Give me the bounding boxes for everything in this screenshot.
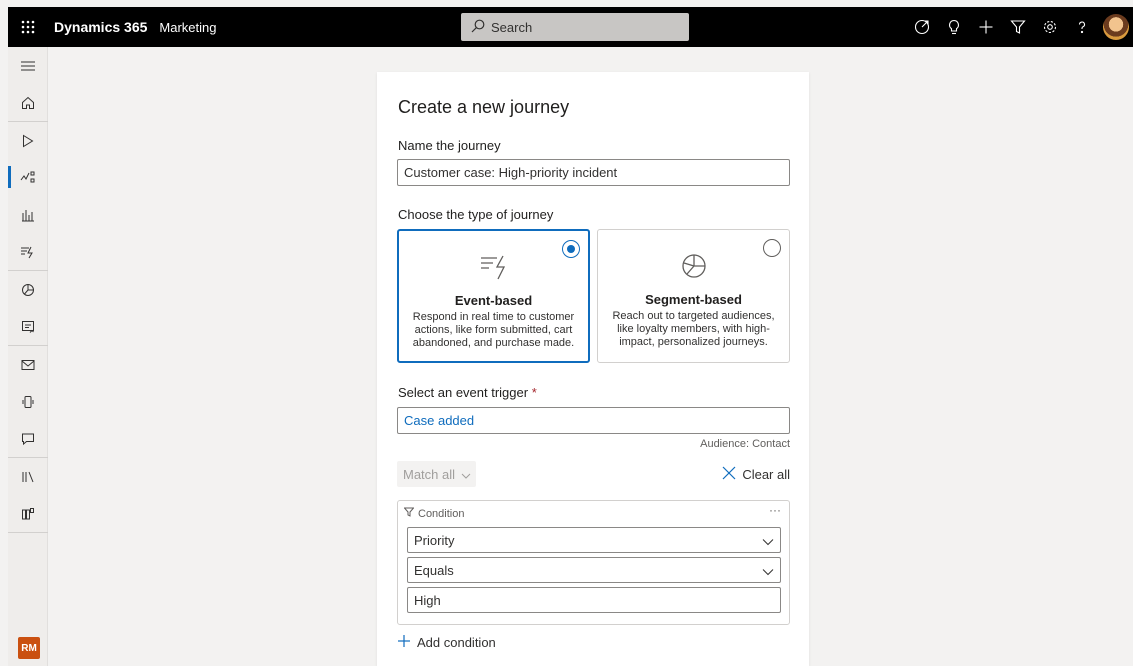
event-trigger-input[interactable]: Case added [397, 407, 790, 434]
condition-value: High [414, 593, 441, 608]
trigger-label-text: Select an event trigger [398, 385, 529, 400]
close-icon [722, 466, 742, 483]
triggers-icon[interactable] [8, 233, 48, 270]
journeys-icon[interactable] [8, 159, 48, 196]
assets-icon[interactable] [8, 495, 48, 532]
home-icon[interactable] [8, 84, 48, 121]
attribute-dropdown[interactable]: Priority [407, 527, 781, 553]
push-icon[interactable] [8, 383, 48, 420]
more-options-button[interactable]: ··· [769, 503, 781, 517]
plus-icon[interactable] [971, 7, 1001, 47]
lightbulb-icon[interactable] [939, 7, 969, 47]
nav-divider [8, 532, 48, 533]
user-initials-badge[interactable]: RM [18, 637, 40, 659]
event-based-tile[interactable]: Event-based Respond in real time to cust… [397, 229, 590, 363]
segment-based-radio[interactable] [763, 239, 781, 257]
clear-all-label: Clear all [742, 467, 790, 482]
filter-icon [403, 507, 418, 520]
condition-header-label: Condition [418, 507, 465, 520]
hamburger-icon[interactable] [8, 47, 48, 84]
gear-icon[interactable] [1035, 7, 1065, 47]
play-icon[interactable] [8, 122, 48, 159]
audience-label: Audience: Contact [700, 438, 790, 450]
journey-name-input[interactable]: Customer case: High-priority incident [397, 159, 790, 186]
page-title: Create a new journey [398, 97, 570, 117]
segment-based-title: Segment-based [645, 292, 742, 307]
plus-icon [397, 634, 417, 651]
operator-dropdown[interactable]: Equals [407, 557, 781, 583]
create-journey-card: Create a new journey Name the journey Cu… [377, 72, 809, 666]
search-box[interactable]: Search [461, 13, 689, 41]
required-mark: * [531, 385, 537, 400]
segments-icon[interactable] [8, 271, 48, 308]
search-label: Search [491, 19, 533, 35]
segment-pie-icon [679, 252, 709, 283]
forms-icon[interactable] [8, 308, 48, 345]
chevron-down-icon [762, 534, 774, 549]
search-icon [471, 19, 491, 36]
top-icons [905, 7, 1133, 47]
app-name[interactable]: Dynamics 365 [54, 19, 147, 35]
attribute-value: Priority [414, 533, 455, 548]
operator-value: Equals [414, 563, 454, 578]
app-launcher-icon[interactable] [8, 7, 48, 47]
add-condition-label: Add condition [417, 635, 496, 650]
event-based-description: Respond in real time to customer actions… [412, 311, 575, 349]
match-all-dropdown[interactable]: Match all [397, 461, 476, 487]
sms-icon[interactable] [8, 420, 48, 457]
condition-header: Condition [403, 507, 465, 520]
app-module[interactable]: Marketing [159, 20, 216, 35]
condition-value-input[interactable]: High [407, 587, 781, 613]
event-based-radio[interactable] [562, 240, 580, 258]
event-trigger-icon [479, 253, 509, 284]
library-icon[interactable] [8, 458, 48, 495]
target-icon[interactable] [907, 7, 937, 47]
add-condition-button[interactable]: Add condition [397, 634, 496, 651]
event-based-title: Event-based [454, 293, 533, 308]
left-nav: RM [8, 47, 48, 666]
segment-based-description: Reach out to targeted audiences, like lo… [612, 310, 775, 348]
chevron-down-icon [762, 564, 774, 579]
clear-all-button[interactable]: Clear all [722, 466, 790, 483]
analytics-icon[interactable] [8, 196, 48, 233]
filter-icon[interactable] [1003, 7, 1033, 47]
match-all-label: Match all [403, 466, 456, 482]
chevron-down-icon [461, 467, 471, 482]
segment-based-tile[interactable]: Segment-based Reach out to targeted audi… [597, 229, 790, 363]
name-label: Name the journey [398, 138, 501, 153]
trigger-label: Select an event trigger * [398, 385, 537, 400]
user-avatar[interactable] [1103, 14, 1129, 40]
email-icon[interactable] [8, 346, 48, 383]
top-bar: Dynamics 365 Marketing Search [8, 7, 1133, 47]
help-icon[interactable] [1067, 7, 1097, 47]
type-label: Choose the type of journey [398, 207, 554, 222]
condition-group: Condition ··· Priority Equals High [397, 500, 790, 625]
